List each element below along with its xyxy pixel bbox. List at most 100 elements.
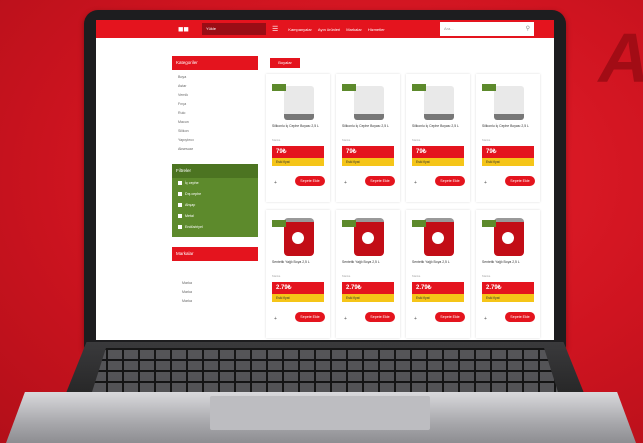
add-to-cart-button[interactable]: Sepete Ekle <box>365 176 395 186</box>
product-image[interactable] <box>482 80 534 120</box>
category-item[interactable]: Macun <box>178 118 258 127</box>
product-price: 79₺ <box>342 146 394 158</box>
product-badge <box>482 220 496 227</box>
product-card[interactable]: Silikonlu İç Cephe Boyası 2,5 L Marka 79₺ E… <box>336 74 400 202</box>
quantity-stepper[interactable]: + <box>414 180 417 186</box>
add-to-cart-button[interactable]: Sepete Ekle <box>295 312 325 322</box>
nav-link[interactable]: Ayın ürünleri <box>318 27 340 32</box>
category-list: Boya Astar Vernik Fırça Rulo Macun Silik… <box>172 70 258 154</box>
product-price: 2.79₺ <box>272 282 324 294</box>
add-to-cart-button[interactable]: Sepete Ekle <box>295 176 325 186</box>
brand-item[interactable]: Marka <box>182 288 258 297</box>
add-to-cart-button[interactable]: Sepete Ekle <box>365 312 395 322</box>
filter-checkbox[interactable]: Ahşap <box>172 200 258 211</box>
product-title[interactable]: Silikonlu İç Cephe Boyası 2,5 L <box>272 124 326 129</box>
product-card[interactable]: Silikonlu İç Cephe Boyası 2,5 L Marka 79₺ E… <box>266 74 330 202</box>
location-field[interactable]: Yükle <box>202 23 266 35</box>
add-to-cart-button[interactable]: Sepete Ekle <box>435 312 465 322</box>
product-image[interactable] <box>412 216 464 256</box>
nav-link[interactable]: Hizmetler <box>368 27 385 32</box>
product-old-price: Eski fiyat <box>482 158 534 166</box>
category-item[interactable]: Fırça <box>178 100 258 109</box>
brand-item[interactable]: Marka <box>182 279 258 288</box>
filter-checkbox[interactable]: İç cephe <box>172 178 258 189</box>
quantity-stepper[interactable]: + <box>484 316 487 322</box>
paint-can-icon <box>284 218 314 256</box>
product-badge <box>412 84 426 91</box>
search-input[interactable]: Ara... ⚲ <box>440 22 534 36</box>
add-to-cart-button[interactable]: Sepete Ekle <box>435 176 465 186</box>
product-price: 79₺ <box>412 146 464 158</box>
product-brand: Marka <box>412 138 421 142</box>
product-image[interactable] <box>412 80 464 120</box>
quantity-stepper[interactable]: + <box>414 316 417 322</box>
search-placeholder: Ara... <box>444 26 454 31</box>
product-badge <box>342 220 356 227</box>
product-price: 79₺ <box>272 146 324 158</box>
quantity-stepper[interactable]: + <box>274 180 277 186</box>
product-title[interactable]: Silikonlu İç Cephe Boyası 2,5 L <box>412 124 466 129</box>
store-logo-icon[interactable]: ■■ <box>178 24 194 34</box>
paint-can-icon <box>284 86 314 120</box>
category-item[interactable]: Yapıştırıcı <box>178 136 258 145</box>
main-nav: Kampanyalar Ayın ürünleri Markalar Hizme… <box>288 27 384 32</box>
product-card[interactable]: Sentetik Yağlı Boya 2,5 L Marka 2.79₺ Eski … <box>266 210 330 338</box>
quantity-stepper[interactable]: + <box>344 180 347 186</box>
category-item[interactable]: Rulo <box>178 109 258 118</box>
product-old-price: Eski fiyat <box>342 158 394 166</box>
product-title[interactable]: Sentetik Yağlı Boya 2,5 L <box>412 260 466 265</box>
product-brand: Marka <box>482 274 491 278</box>
product-image[interactable] <box>272 216 324 256</box>
product-title[interactable]: Silikonlu İç Cephe Boyası 2,5 L <box>482 124 536 129</box>
menu-icon[interactable]: ☰ <box>272 25 278 33</box>
add-to-cart-button[interactable]: Sepete Ekle <box>505 312 535 322</box>
product-old-price: Eski fiyat <box>412 158 464 166</box>
nav-link[interactable]: Markalar <box>346 27 362 32</box>
paint-can-icon <box>424 86 454 120</box>
product-price: 2.79₺ <box>482 282 534 294</box>
product-card[interactable]: Sentetik Yağlı Boya 2,5 L Marka 2.79₺ Eski … <box>336 210 400 338</box>
product-image[interactable] <box>482 216 534 256</box>
brand-item[interactable]: Marka <box>182 297 258 306</box>
quantity-stepper[interactable]: + <box>344 316 347 322</box>
category-item[interactable]: Boya <box>178 73 258 82</box>
product-title[interactable]: Sentetik Yağlı Boya 2,5 L <box>482 260 536 265</box>
brand-list: Marka Marka Marka <box>172 261 258 306</box>
product-badge <box>482 84 496 91</box>
product-image[interactable] <box>342 216 394 256</box>
product-title[interactable]: Sentetik Yağlı Boya 2,5 L <box>272 260 326 265</box>
product-title[interactable]: Silikonlu İç Cephe Boyası 2,5 L <box>342 124 396 129</box>
category-item[interactable]: Silikon <box>178 127 258 136</box>
product-price: 79₺ <box>482 146 534 158</box>
quantity-stepper[interactable]: + <box>274 316 277 322</box>
category-item[interactable]: Vernik <box>178 91 258 100</box>
product-image[interactable] <box>272 80 324 120</box>
product-old-price: Eski fiyat <box>342 294 394 302</box>
category-item[interactable]: Aksesuar <box>178 145 258 154</box>
category-tab[interactable]: Boyalar <box>270 58 300 68</box>
product-badge <box>342 84 356 91</box>
filter-checkbox[interactable]: Dış cephe <box>172 189 258 200</box>
laptop-keyboard <box>92 348 558 392</box>
product-old-price: Eski fiyat <box>412 294 464 302</box>
filter-checkbox[interactable]: Endüstriyel <box>172 222 258 233</box>
product-old-price: Eski fiyat <box>272 158 324 166</box>
product-card[interactable]: Silikonlu İç Cephe Boyası 2,5 L Marka 79₺ E… <box>476 74 540 202</box>
product-old-price: Eski fiyat <box>482 294 534 302</box>
product-title[interactable]: Sentetik Yağlı Boya 2,5 L <box>342 260 396 265</box>
add-to-cart-button[interactable]: Sepete Ekle <box>505 176 535 186</box>
product-card[interactable]: Sentetik Yağlı Boya 2,5 L Marka 2.79₺ Eski … <box>476 210 540 338</box>
product-image[interactable] <box>342 80 394 120</box>
product-badge <box>412 220 426 227</box>
filter-panel: Filtreler İç cephe Dış cephe Ahşap Metal… <box>172 164 258 237</box>
search-icon[interactable]: ⚲ <box>526 22 530 36</box>
quantity-stepper[interactable]: + <box>484 180 487 186</box>
product-card[interactable]: Sentetik Yağlı Boya 2,5 L Marka 2.79₺ Eski … <box>406 210 470 338</box>
product-brand: Marka <box>482 138 491 142</box>
nav-link[interactable]: Kampanyalar <box>288 27 312 32</box>
filter-checkbox[interactable]: Metal <box>172 211 258 222</box>
product-card[interactable]: Silikonlu İç Cephe Boyası 2,5 L Marka 79₺ E… <box>406 74 470 202</box>
product-brand: Marka <box>272 274 281 278</box>
laptop-trackpad <box>210 396 430 430</box>
category-item[interactable]: Astar <box>178 82 258 91</box>
